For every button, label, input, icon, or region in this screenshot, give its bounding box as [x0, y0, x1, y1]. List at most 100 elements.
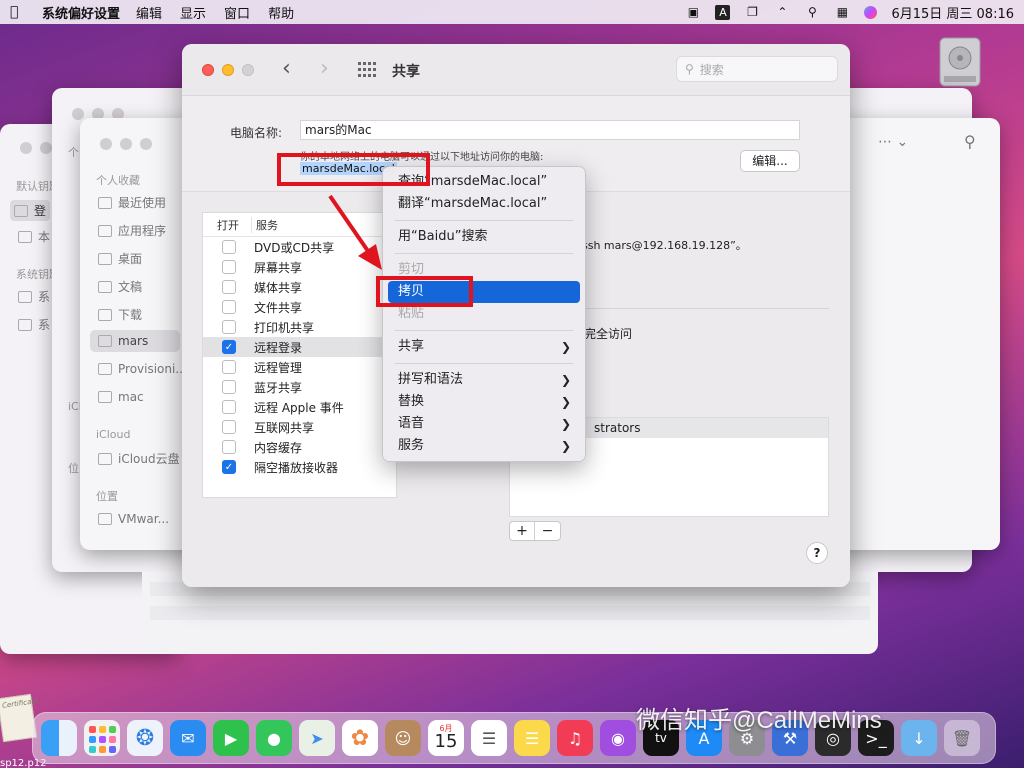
sidebar-item-recents[interactable]: 最近使用 [98, 194, 166, 211]
service-checkbox[interactable] [222, 300, 236, 314]
trash-icon[interactable]: 🗑 [944, 720, 980, 756]
context-menu: 查询“marsdeMac.local” 翻译“marsdeMac.local” 用“… [382, 166, 586, 462]
sidebar-item-downloads[interactable]: 下载 [98, 306, 142, 323]
sidebar-item[interactable]: 登 [10, 200, 51, 221]
service-label: 内容缓存 [254, 440, 303, 455]
close-button[interactable] [202, 64, 214, 76]
siri-icon[interactable] [864, 5, 878, 19]
context-menu-item[interactable]: 替换 ❯ [383, 391, 585, 413]
menu-view[interactable]: 显示 [180, 3, 206, 22]
menu-window[interactable]: 窗口 [224, 3, 250, 22]
service-label: 屏幕共享 [254, 260, 303, 275]
add-button[interactable]: + [510, 522, 536, 540]
annotation-box-copy [376, 276, 473, 307]
service-checkbox[interactable] [222, 420, 236, 434]
menu-app-name[interactable]: 系统偏好设置 [42, 3, 120, 22]
show-all-icon[interactable] [358, 62, 376, 78]
safari-icon[interactable]: ❂ [127, 720, 163, 756]
search-icon[interactable]: ⚲ [804, 5, 820, 19]
remove-button[interactable]: − [535, 522, 560, 540]
menu-help[interactable]: 帮助 [268, 3, 294, 22]
menu-edit[interactable]: 编辑 [136, 3, 162, 22]
service-checkbox[interactable] [222, 280, 236, 294]
service-row[interactable]: 文件共享 [203, 297, 396, 317]
downloads-folder-icon[interactable]: ↓ [901, 720, 937, 756]
calendar-icon[interactable]: 6月 15 [428, 720, 464, 756]
service-row[interactable]: ✓ 隔空播放接收器 [203, 457, 396, 477]
finder-icon[interactable] [41, 720, 77, 756]
search-field[interactable]: ⚲ 搜索 [676, 56, 838, 82]
bed-icon[interactable]: ▣ [685, 5, 701, 19]
computer-name-input[interactable]: mars的Mac [300, 120, 800, 140]
sidebar-item[interactable]: 系 [18, 316, 50, 333]
forward-icon[interactable]: › [320, 58, 329, 80]
service-row[interactable]: ✓ 远程登录 [203, 337, 396, 357]
window-title: 共享 [392, 64, 420, 80]
menu-clock[interactable]: 6月15日 周三 08:16 [891, 3, 1014, 22]
sidebar-item-desktop[interactable]: 桌面 [98, 250, 142, 267]
sidebar-item-documents[interactable]: 文稿 [98, 278, 142, 295]
control-center-icon[interactable]: ▦ [834, 5, 850, 19]
back-icon[interactable]: ‹ [282, 58, 291, 80]
service-checkbox[interactable] [222, 320, 236, 334]
clock-icon [98, 196, 112, 209]
messages-icon[interactable]: ● [256, 720, 292, 756]
service-row[interactable]: 内容缓存 [203, 437, 396, 457]
context-menu-item[interactable]: 拼写和语法 ❯ [383, 369, 585, 391]
service-row[interactable]: 远程 Apple 事件 [203, 397, 396, 417]
sidebar-item-folder[interactable]: Provisioni... [98, 362, 187, 376]
context-menu-item[interactable]: 服务 ❯ [383, 435, 585, 457]
service-row[interactable]: 打印机共享 [203, 317, 396, 337]
search-icon[interactable]: ⚲ [964, 132, 976, 151]
music-icon[interactable]: ♫ [557, 720, 593, 756]
contacts-icon[interactable]: ☺ [385, 720, 421, 756]
title-bar: ‹ › 共享 ⚲ 搜索 [182, 44, 850, 96]
service-checkbox[interactable] [222, 400, 236, 414]
more-icon[interactable]: ⋯ ⌄ [878, 134, 908, 150]
service-row[interactable]: 远程管理 [203, 357, 396, 377]
service-checkbox[interactable] [222, 440, 236, 454]
context-menu-item[interactable]: 用“Baidu”搜索 [383, 226, 585, 248]
launchpad-icon[interactable] [84, 720, 120, 756]
service-label: 蓝牙共享 [254, 380, 303, 395]
sidebar-item-vmware[interactable]: VMwar... [98, 512, 169, 526]
sidebar-item-mac[interactable]: mac [98, 390, 144, 404]
service-checkbox[interactable] [222, 240, 236, 254]
mail-icon[interactable]: ✉ [170, 720, 206, 756]
edit-button[interactable]: 编辑... [740, 150, 800, 172]
context-menu-item[interactable]: 语音 ❯ [383, 413, 585, 435]
sidebar-item-label: 下载 [118, 308, 143, 322]
zoom-button[interactable] [242, 64, 254, 76]
context-menu-item[interactable]: 翻译“marsdeMac.local” [383, 193, 585, 215]
apple-menu-icon[interactable]:  [10, 4, 32, 20]
desktop-icon [98, 252, 112, 265]
service-checkbox[interactable] [222, 260, 236, 274]
wifi-icon[interactable]: ⌃ [774, 5, 790, 19]
help-button[interactable]: ? [806, 542, 828, 564]
service-row[interactable]: 媒体共享 [203, 277, 396, 297]
hard-disk-icon[interactable] [932, 36, 988, 90]
input-source-icon[interactable]: A [715, 4, 731, 20]
service-row[interactable]: 蓝牙共享 [203, 377, 396, 397]
apps-icon [98, 224, 112, 237]
sidebar-item-icloud[interactable]: iCloud云盘 [98, 450, 180, 467]
service-row[interactable]: 互联网共享 [203, 417, 396, 437]
service-checkbox[interactable]: ✓ [222, 460, 236, 474]
maps-icon[interactable]: ➤ [299, 720, 335, 756]
service-checkbox[interactable] [222, 380, 236, 394]
context-menu-item[interactable]: 共享 ❯ [383, 336, 585, 358]
notes-icon[interactable]: ☰ [514, 720, 550, 756]
sidebar-item[interactable]: 本 [18, 228, 50, 245]
document-icon [98, 280, 112, 293]
reminders-icon[interactable]: ☰ [471, 720, 507, 756]
photos-icon[interactable]: ✿ [342, 720, 378, 756]
sidebar-item-applications[interactable]: 应用程序 [98, 222, 166, 239]
sidebar-item[interactable]: 系 [18, 288, 50, 305]
minimize-button[interactable] [222, 64, 234, 76]
service-checkbox[interactable]: ✓ [222, 340, 236, 354]
facetime-icon[interactable]: ▶ [213, 720, 249, 756]
display-mirror-icon[interactable]: ❐ [744, 5, 760, 19]
sidebar-item-home[interactable]: mars [90, 330, 180, 352]
podcasts-icon[interactable]: ◉ [600, 720, 636, 756]
service-checkbox[interactable] [222, 360, 236, 374]
